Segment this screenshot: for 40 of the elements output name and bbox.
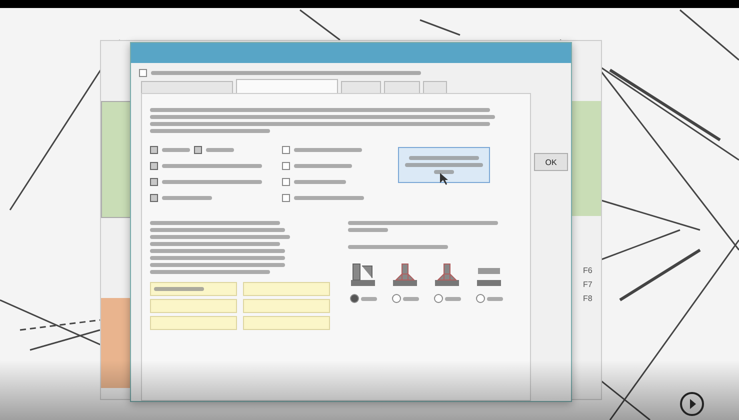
blurred-text [402,296,418,300]
checkbox[interactable] [150,178,158,186]
checkbox[interactable] [282,162,290,170]
input-field[interactable] [150,282,237,296]
function-key-label: F7 [583,280,594,289]
blurred-text [294,148,362,152]
checkbox[interactable] [150,146,158,154]
checkbox[interactable] [282,178,290,186]
blurred-text [162,148,190,152]
function-key-label: F8 [583,294,594,303]
blurred-text [294,180,346,184]
blurred-text [486,296,502,300]
function-key-label: F6 [583,266,594,275]
blurred-text [294,196,364,200]
blurred-text [444,296,460,300]
checkbox[interactable] [282,146,290,154]
checkbox[interactable] [282,194,290,202]
radio-button[interactable] [476,294,484,303]
checkbox[interactable] [150,162,158,170]
tab[interactable] [236,79,338,93]
blurred-text [206,148,234,152]
blurred-text [162,196,212,200]
blurred-text [360,296,376,300]
input-field[interactable] [243,299,330,313]
blurred-text [294,164,352,168]
input-field[interactable] [150,299,237,313]
ok-button[interactable]: OK [534,153,568,171]
play-button-icon[interactable] [680,392,704,416]
mouse-cursor-icon [440,173,448,185]
input-field[interactable] [243,282,330,296]
blurred-text [348,228,388,232]
checkbox[interactable] [139,69,147,77]
checkbox[interactable] [194,146,202,154]
checkbox[interactable] [150,194,158,202]
radio-button[interactable] [392,294,400,303]
input-field[interactable] [150,316,237,330]
info-button[interactable] [398,147,490,183]
radio-button[interactable] [350,294,358,303]
input-field[interactable] [243,316,330,330]
radio-button[interactable] [434,294,442,303]
